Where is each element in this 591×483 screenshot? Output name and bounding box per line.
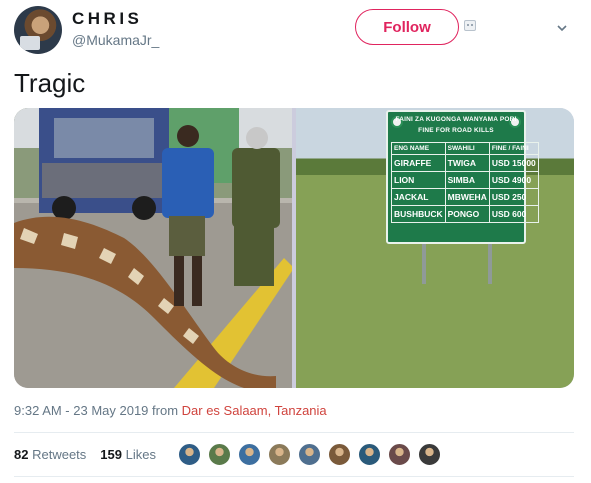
- sign-header-cell: ENG NAME: [391, 142, 446, 155]
- tweet-media[interactable]: FAINI ZA KUGONGA WANYAMA PORI FINE FOR R…: [14, 108, 574, 388]
- retweets-label: Retweets: [32, 447, 87, 462]
- tweet-text: Tragic: [14, 68, 86, 98]
- likes-stat[interactable]: 159 Likes: [100, 447, 156, 462]
- sign-row: JACKAL MBWEHA USD 250: [391, 188, 539, 206]
- sign-title-english: FINE FOR ROAD KILLS: [418, 127, 494, 134]
- sign-header-row: ENG NAME SWAHILI FINE / FAINI: [391, 142, 539, 155]
- sign-row: LION SIMBA USD 4900: [391, 171, 539, 189]
- road-kill-fine-sign: FAINI ZA KUGONGA WANYAMA PORI FINE FOR R…: [386, 110, 539, 244]
- chevron-down-icon[interactable]: [556, 22, 568, 34]
- sign-cell: LION: [391, 171, 446, 189]
- user-display-name[interactable]: CHRIS: [72, 9, 142, 29]
- tweet-location[interactable]: Dar es Salaam, Tanzania: [182, 403, 327, 418]
- sign-cell: JACKAL: [391, 188, 446, 206]
- sign-cell: MBWEHA: [444, 188, 490, 206]
- sign-post: [488, 244, 492, 284]
- road-scene-illustration: [14, 108, 292, 388]
- sign-row: BUSHBUCK PONGO USD 600: [391, 205, 539, 223]
- tweet-card: CHRIS @MukamaJr_ Follow Tragic FAINI ZA …: [0, 0, 591, 483]
- retweets-count: 82: [14, 447, 29, 462]
- liker-avatar[interactable]: [298, 443, 321, 466]
- sign-title-swahili: FAINI ZA KUGONGA WANYAMA PORI: [395, 116, 517, 123]
- sign-cell: USD 250: [488, 188, 539, 206]
- liker-avatar[interactable]: [178, 443, 201, 466]
- sign-cell: USD 15000: [488, 154, 539, 172]
- follow-button[interactable]: Follow: [355, 9, 459, 45]
- likes-count: 159: [100, 447, 122, 462]
- sign-row: GIRAFFE TWIGA USD 15000: [391, 154, 539, 172]
- liker-avatar[interactable]: [268, 443, 291, 466]
- likes-label: Likes: [125, 447, 156, 462]
- engagement-stats: 82 Retweets 159 Likes: [14, 447, 156, 462]
- sign-cell: TWIGA: [444, 154, 490, 172]
- sign-cell: USD 600: [488, 205, 539, 223]
- user-handle[interactable]: @MukamaJr_: [72, 32, 159, 48]
- liker-avatar[interactable]: [388, 443, 411, 466]
- sign-cell: PONGO: [444, 205, 490, 223]
- divider: [14, 476, 574, 477]
- sign-cell: GIRAFFE: [391, 154, 446, 172]
- liker-avatar[interactable]: [238, 443, 261, 466]
- sign-cell: BUSHBUCK: [391, 205, 446, 223]
- divider: [14, 432, 574, 433]
- liker-avatar[interactable]: [418, 443, 441, 466]
- sign-cell: USD 4900: [488, 171, 539, 189]
- sign-cell: SIMBA: [444, 171, 490, 189]
- photo-road-scene[interactable]: [14, 108, 292, 388]
- sign-header-cell: SWAHILI: [444, 142, 490, 155]
- liker-avatar[interactable]: [358, 443, 381, 466]
- profile-badge-icon: [464, 20, 476, 31]
- photo-road-sign[interactable]: FAINI ZA KUGONGA WANYAMA PORI FINE FOR R…: [296, 108, 574, 388]
- sign-fine-table: ENG NAME SWAHILI FINE / FAINI GIRAFFE TW…: [391, 142, 539, 223]
- liker-avatars: [178, 443, 448, 466]
- tweet-timestamp: 9:32 AM - 23 May 2019 from Dar es Salaam…: [14, 403, 327, 418]
- retweets-stat[interactable]: 82 Retweets: [14, 447, 86, 462]
- liker-avatar[interactable]: [208, 443, 231, 466]
- sign-post: [422, 244, 426, 284]
- liker-avatar[interactable]: [328, 443, 351, 466]
- tweet-time-date[interactable]: 9:32 AM - 23 May 2019 from: [14, 403, 182, 418]
- user-avatar[interactable]: [14, 6, 62, 54]
- sign-header-cell: FINE / FAINI: [488, 142, 539, 155]
